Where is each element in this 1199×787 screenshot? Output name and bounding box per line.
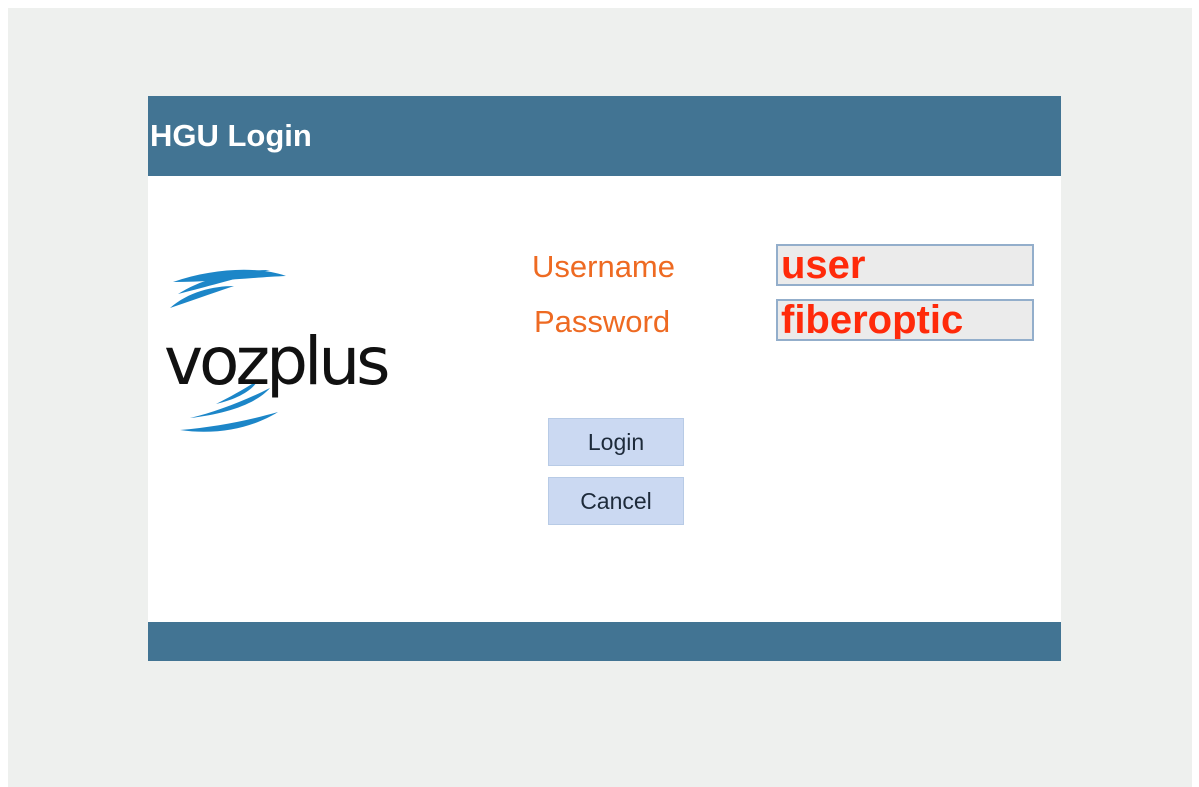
username-input[interactable] [776, 244, 1034, 286]
password-label: Password [534, 304, 671, 339]
logo-wordmark: vozplus [164, 323, 388, 400]
panel-header: HGU Login [148, 96, 1061, 176]
login-button[interactable]: Login [548, 418, 684, 466]
password-input[interactable] [776, 299, 1034, 341]
vozplus-logo: vozplus [158, 264, 448, 439]
panel-footer [148, 622, 1061, 661]
panel-title: HGU Login [150, 118, 312, 153]
username-label: Username [532, 249, 675, 284]
login-panel: HGU Login vozplus Username Password Logi… [148, 96, 1061, 661]
cancel-button[interactable]: Cancel [548, 477, 684, 525]
